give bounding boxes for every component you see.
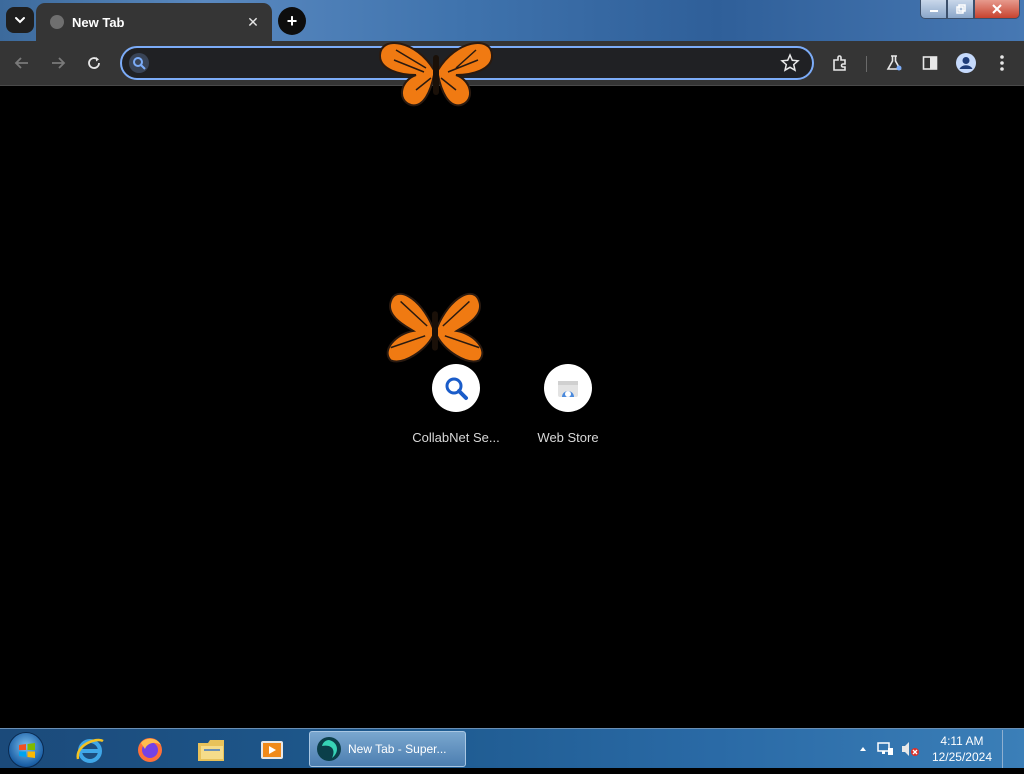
system-clock[interactable]: 4:11 AM 12/25/2024 xyxy=(932,733,992,765)
minimize-button[interactable] xyxy=(920,0,947,19)
browser-toolbar xyxy=(0,41,1024,86)
profile-icon xyxy=(956,53,976,73)
side-panel-icon xyxy=(922,56,938,70)
windows-logo-icon xyxy=(19,743,35,758)
shortcut-icon-tile xyxy=(544,364,592,412)
toolbar-divider xyxy=(866,56,867,72)
extensions-button[interactable] xyxy=(826,49,854,77)
show-desktop-button[interactable] xyxy=(1002,730,1014,768)
search-icon xyxy=(445,377,468,400)
minimize-icon xyxy=(929,10,938,12)
shortcut-collabnet[interactable]: CollabNet Se... xyxy=(406,364,506,454)
new-tab-button[interactable]: + xyxy=(278,7,306,35)
taskbar-file-explorer[interactable] xyxy=(190,732,234,768)
extensions-icon xyxy=(833,55,846,71)
browser-app-icon xyxy=(317,737,341,761)
butterfly-icon xyxy=(378,42,494,107)
taskbar-active-browser-window[interactable]: New Tab - Super... xyxy=(309,731,466,767)
firefox-icon xyxy=(138,738,162,762)
tab-favicon-icon xyxy=(50,15,64,29)
start-button[interactable] xyxy=(8,732,44,768)
forward-button[interactable] xyxy=(44,49,72,77)
labs-button[interactable] xyxy=(880,49,908,77)
restore-icon xyxy=(955,4,966,14)
tab-strip: New Tab ✕ + xyxy=(0,0,1024,41)
windows-taskbar: New Tab - Super... 4:11 AM 12/25/2024 xyxy=(0,728,1024,768)
shortcut-web-store[interactable]: Web Store xyxy=(518,364,618,454)
internet-explorer-icon xyxy=(76,738,104,763)
labs-flask-icon xyxy=(886,55,902,71)
tab-search-button[interactable] xyxy=(6,7,34,33)
taskbar-media-player[interactable] xyxy=(250,732,294,768)
menu-icon xyxy=(1000,55,1004,71)
close-icon xyxy=(992,4,1002,14)
shortcut-icon-tile xyxy=(432,364,480,412)
taskbar-window-title: New Tab - Super... xyxy=(348,742,447,756)
reload-button[interactable] xyxy=(80,49,108,77)
forward-arrow-icon xyxy=(52,57,66,69)
tab-close-icon[interactable]: ✕ xyxy=(244,14,262,31)
taskbar-internet-explorer[interactable] xyxy=(68,732,112,768)
tab-new-tab[interactable]: New Tab ✕ xyxy=(36,3,272,41)
menu-button[interactable] xyxy=(988,49,1016,77)
web-store-icon xyxy=(558,381,578,397)
butterfly-icon xyxy=(386,292,484,363)
back-arrow-icon xyxy=(14,57,28,69)
taskbar-firefox[interactable] xyxy=(128,732,172,768)
clock-date: 12/25/2024 xyxy=(931,750,992,764)
bookmark-star-icon[interactable] xyxy=(780,53,800,73)
close-window-button[interactable] xyxy=(974,0,1020,19)
tab-title: New Tab xyxy=(72,14,125,30)
restore-button[interactable] xyxy=(947,0,974,19)
back-button[interactable] xyxy=(8,49,36,77)
browser-window: New Tab ✕ + CollabNet Se... Web Store xyxy=(0,0,1024,728)
reload-icon xyxy=(88,57,100,69)
clock-time: 4:11 AM xyxy=(940,734,984,748)
profile-button[interactable] xyxy=(952,49,980,77)
network-icon[interactable] xyxy=(876,740,894,758)
system-tray: 4:11 AM 12/25/2024 xyxy=(858,730,1014,768)
side-panel-button[interactable] xyxy=(916,49,944,77)
window-controls xyxy=(920,0,1020,20)
chevron-down-icon xyxy=(15,17,25,24)
volume-muted-icon[interactable] xyxy=(900,740,920,758)
search-icon xyxy=(129,53,149,73)
media-player-icon xyxy=(261,741,283,759)
shortcut-label: CollabNet Se... xyxy=(412,430,500,445)
shortcut-label: Web Store xyxy=(537,430,599,445)
show-hidden-icons-icon[interactable] xyxy=(858,744,868,754)
file-explorer-icon xyxy=(198,740,224,761)
